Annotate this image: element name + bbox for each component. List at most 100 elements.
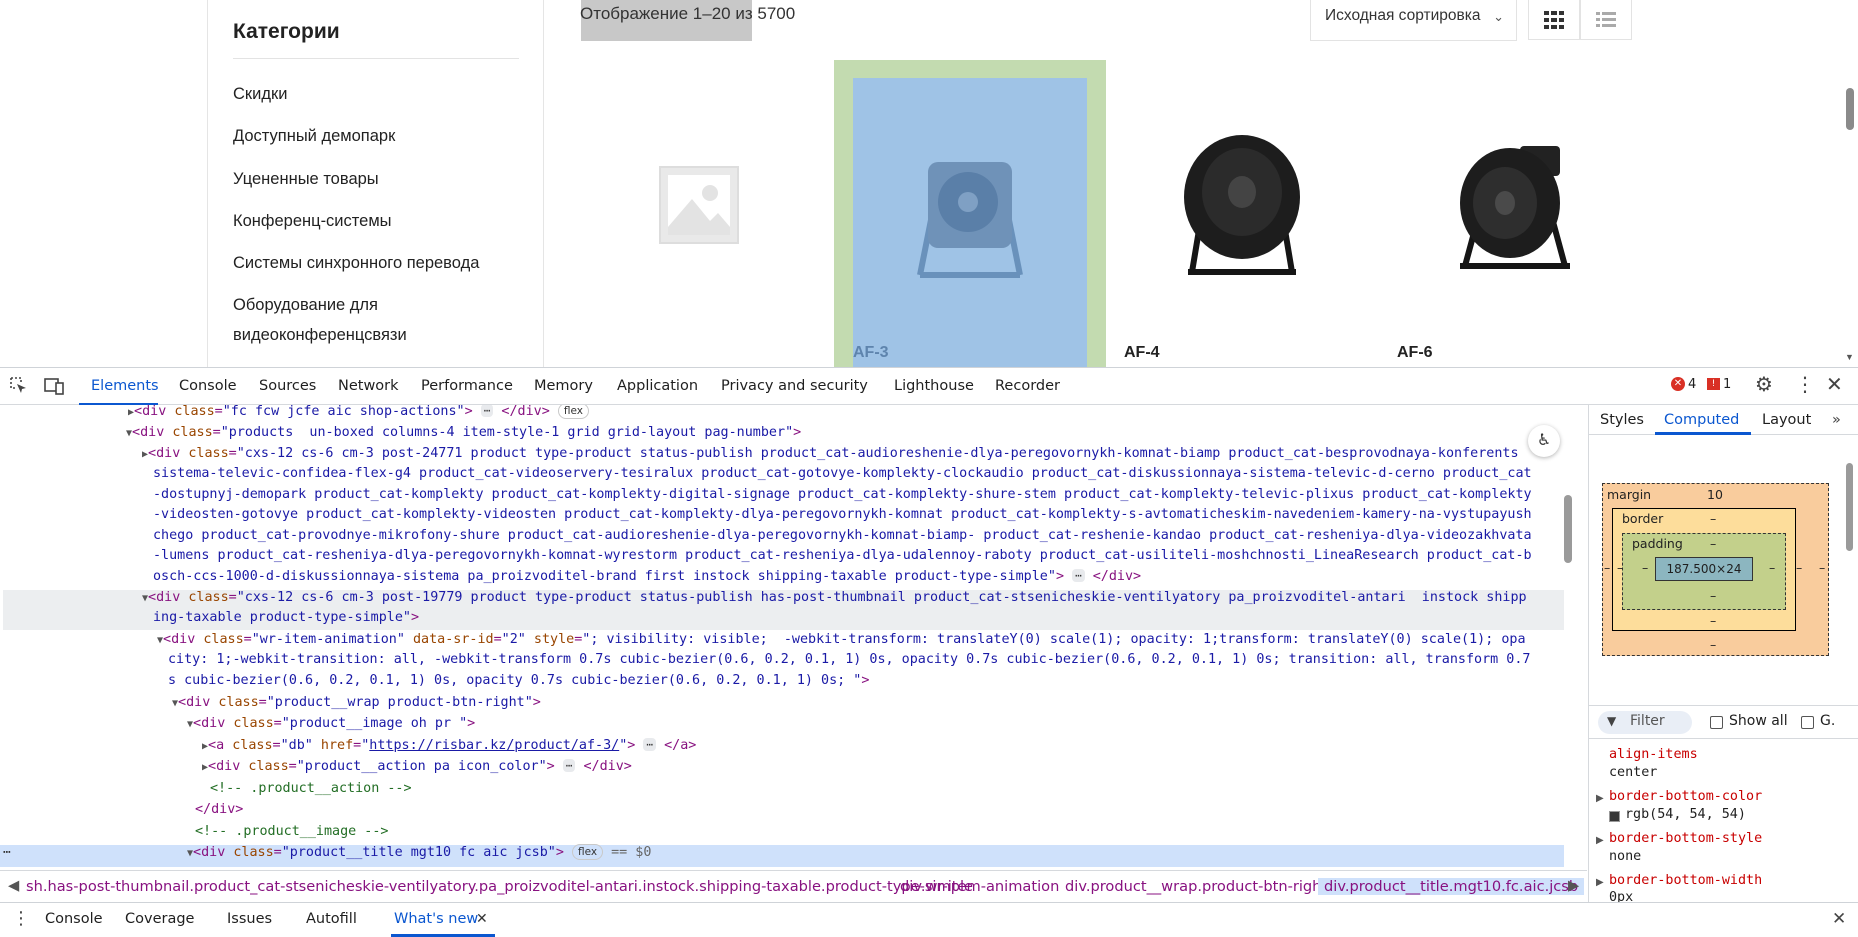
warning-icon[interactable]: ! bbox=[1707, 378, 1720, 390]
category-link[interactable]: Скидки bbox=[233, 79, 287, 109]
product-title[interactable]: AF-6 bbox=[1397, 344, 1433, 362]
dom-node-cont: -lumens product_cat-resheniya-dlya-pereg… bbox=[153, 548, 1532, 563]
padding-bottom-value[interactable]: – bbox=[1710, 588, 1716, 603]
fan-af4-image[interactable] bbox=[1172, 122, 1312, 282]
dom-node[interactable]: ▶<div class="product__action pa icon_col… bbox=[202, 757, 632, 779]
sort-select[interactable]: Исходная сортировка ⌄ bbox=[1310, 0, 1517, 41]
dom-node[interactable]: ▼<div class="product__image oh pr "> bbox=[187, 714, 475, 736]
dom-scrollbar[interactable] bbox=[1564, 405, 1572, 870]
category-link[interactable]: Системы синхронного перевода bbox=[233, 248, 479, 278]
expand-icon[interactable]: ▶ bbox=[1596, 877, 1604, 888]
styles-scrollbar[interactable] bbox=[1844, 445, 1854, 900]
breadcrumb-item[interactable]: div.wr-item-animation bbox=[900, 878, 1059, 895]
tab-console[interactable]: Console bbox=[179, 378, 237, 394]
border-bottom-value[interactable]: – bbox=[1710, 613, 1716, 628]
tab-network[interactable]: Network bbox=[338, 378, 399, 394]
border-right-value[interactable]: – bbox=[1796, 560, 1802, 575]
tab-memory[interactable]: Memory bbox=[534, 378, 593, 394]
result-count: Отображение 1–20 из 5700 bbox=[580, 4, 796, 23]
inspect-element-icon[interactable] bbox=[10, 377, 28, 395]
breadcrumb-item-active[interactable]: div.product__title.mgt10.fc.aic.jcsb bbox=[1318, 878, 1585, 895]
fan-af6-image[interactable] bbox=[1450, 138, 1580, 273]
tab-privacy[interactable]: Privacy and security bbox=[721, 378, 868, 394]
dom-node[interactable]: ▶<a class="db" href="https://risbar.kz/p… bbox=[202, 736, 696, 758]
border-top-value[interactable]: – bbox=[1710, 511, 1716, 526]
tab-layout[interactable]: Layout bbox=[1762, 412, 1811, 428]
dom-tree[interactable]: ▶<div class="fc fcw jcfe aic shop-action… bbox=[0, 405, 1572, 870]
scroll-right-icon[interactable]: ▶ bbox=[1568, 877, 1579, 894]
sort-label: Исходная сортировка bbox=[1325, 7, 1481, 24]
dom-node[interactable]: ▼<div class="products un-boxed columns-4… bbox=[126, 423, 801, 445]
category-link[interactable]: Конференц-системы bbox=[233, 206, 392, 236]
tab-application[interactable]: Application bbox=[617, 378, 698, 394]
dom-node[interactable]: ▶<div class="fc fcw jcfe aic shop-action… bbox=[128, 405, 589, 424]
drawer-tab-autofill[interactable]: Autofill bbox=[306, 911, 357, 927]
dom-node[interactable]: ▼<div class="cxs-12 cs-6 cm-3 post-19779… bbox=[142, 588, 1527, 610]
tab-elements[interactable]: Elements bbox=[91, 378, 159, 394]
more-icon[interactable]: ⋯ bbox=[3, 843, 11, 864]
category-link[interactable]: Оборудование для bbox=[233, 290, 378, 320]
page-scrollbar[interactable]: ▼ bbox=[1842, 0, 1858, 367]
border-left-value[interactable]: – bbox=[1617, 560, 1623, 575]
tab-performance[interactable]: Performance bbox=[421, 378, 513, 394]
expand-icon[interactable]: ▶ bbox=[1596, 835, 1604, 846]
drawer-tab-whats-new[interactable]: What's new bbox=[394, 911, 478, 927]
margin-bottom-value[interactable]: – bbox=[1710, 637, 1716, 652]
grid-view-button[interactable] bbox=[1528, 0, 1580, 40]
padding-top-value[interactable]: – bbox=[1710, 536, 1716, 551]
category-link[interactable]: Уцененные товары bbox=[233, 164, 379, 194]
drawer-tab-issues[interactable]: Issues bbox=[227, 911, 272, 927]
category-link-cont[interactable]: видеоконференцсвязи bbox=[233, 320, 407, 350]
dom-node[interactable]: ▶<div class="cxs-12 cs-6 cm-3 post-24771… bbox=[142, 444, 1519, 466]
show-all-checkbox[interactable] bbox=[1710, 716, 1723, 729]
list-view-button[interactable] bbox=[1580, 0, 1632, 40]
close-drawer-icon[interactable]: ✕ bbox=[1832, 909, 1846, 929]
drawer-tab-console[interactable]: Console bbox=[45, 911, 103, 927]
scroll-left-icon[interactable]: ◀ bbox=[8, 877, 19, 894]
product-title[interactable]: AF-4 bbox=[1124, 344, 1160, 362]
image-placeholder-icon[interactable] bbox=[658, 165, 740, 245]
dom-node[interactable]: ▼<div class="wr-item-animation" data-sr-… bbox=[157, 630, 1526, 652]
dom-node-selected[interactable]: ▼<div class="product__title mgt10 fc aic… bbox=[187, 843, 651, 865]
color-swatch[interactable] bbox=[1609, 811, 1620, 822]
tab-styles[interactable]: Styles bbox=[1600, 412, 1644, 428]
close-icon[interactable]: ✕ bbox=[1826, 372, 1843, 396]
more-tabs-icon[interactable]: » bbox=[1832, 412, 1841, 428]
computed-property[interactable]: border-bottom-width bbox=[1609, 873, 1762, 888]
expand-icon[interactable]: ▶ bbox=[1596, 793, 1604, 804]
drawer-menu-icon[interactable]: ⋮ bbox=[12, 908, 30, 929]
margin-top-value[interactable]: 10 bbox=[1707, 487, 1723, 502]
warning-count[interactable]: 1 bbox=[1723, 377, 1731, 392]
breadcrumb-item[interactable]: sh.has-post-thumbnail.product_cat-stseni… bbox=[26, 878, 973, 895]
device-toolbar-icon[interactable] bbox=[44, 377, 64, 395]
product-title[interactable]: AF-3 bbox=[853, 344, 889, 362]
error-count[interactable]: 4 bbox=[1688, 377, 1696, 392]
drawer-tabbar: ⋮ Console Coverage Issues Autofill What'… bbox=[0, 902, 1858, 937]
dom-node-cont: city: 1;-webkit-transition: all, -webkit… bbox=[168, 652, 1531, 667]
drawer-tab-coverage[interactable]: Coverage bbox=[125, 911, 194, 927]
filter-input[interactable]: ▼ Filter bbox=[1598, 711, 1692, 734]
dom-node[interactable]: ▼<div class="product__wrap product-btn-r… bbox=[172, 693, 541, 715]
padding-left-value[interactable]: – bbox=[1642, 560, 1648, 575]
tab-sources[interactable]: Sources bbox=[259, 378, 316, 394]
margin-left-value[interactable]: – bbox=[1604, 560, 1610, 575]
tab-recorder[interactable]: Recorder bbox=[995, 378, 1060, 394]
margin-right-value[interactable]: – bbox=[1819, 560, 1825, 575]
fan-af3-image[interactable] bbox=[910, 150, 1030, 280]
more-vertical-icon[interactable]: ⋮ bbox=[1795, 372, 1815, 396]
group-checkbox[interactable] bbox=[1801, 716, 1814, 729]
close-tab-icon[interactable]: ✕ bbox=[476, 911, 488, 927]
box-model-content[interactable]: 187.500×24 bbox=[1655, 557, 1753, 581]
tab-computed[interactable]: Computed bbox=[1664, 412, 1739, 428]
accessibility-tree-icon[interactable]: ♿ bbox=[1528, 425, 1560, 457]
active-tab-indicator bbox=[1655, 432, 1751, 435]
settings-gear-icon[interactable]: ⚙ bbox=[1755, 372, 1773, 396]
error-icon[interactable]: ✕ bbox=[1671, 377, 1685, 391]
category-link[interactable]: Доступный демопарк bbox=[233, 121, 395, 151]
computed-property[interactable]: align-items bbox=[1609, 747, 1698, 762]
breadcrumb-item[interactable]: div.product__wrap.product-btn-right bbox=[1065, 878, 1327, 895]
computed-property[interactable]: border-bottom-color bbox=[1609, 789, 1762, 804]
computed-property[interactable]: border-bottom-style bbox=[1609, 831, 1762, 846]
tab-lighthouse[interactable]: Lighthouse bbox=[894, 378, 974, 394]
padding-right-value[interactable]: – bbox=[1769, 560, 1775, 575]
